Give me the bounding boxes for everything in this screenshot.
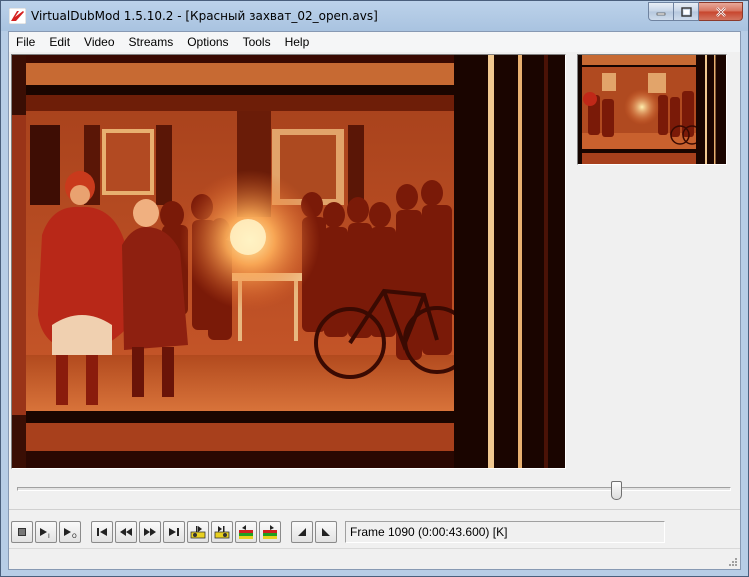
play-output-button[interactable]: O bbox=[59, 521, 81, 543]
menu-options[interactable]: Options bbox=[180, 32, 235, 52]
slider-thumb[interactable] bbox=[611, 481, 622, 500]
client-area: File Edit Video Streams Options Tools He… bbox=[8, 31, 741, 570]
frame-position-readout: Frame 1090 (0:00:43.600) [K] bbox=[345, 521, 665, 543]
scene-forward-button[interactable] bbox=[259, 521, 281, 543]
minimize-icon bbox=[656, 12, 666, 15]
scene-back-button[interactable] bbox=[235, 521, 257, 543]
step-back-button[interactable] bbox=[115, 521, 137, 543]
close-icon bbox=[715, 6, 726, 17]
svg-text:O: O bbox=[72, 533, 77, 539]
play-input-button[interactable]: I bbox=[35, 521, 57, 543]
menu-help[interactable]: Help bbox=[278, 32, 317, 52]
go-to-end-button[interactable] bbox=[163, 521, 185, 543]
window-title: VirtualDubMod 1.5.10.2 - [Красный захват… bbox=[31, 9, 378, 23]
divider bbox=[9, 509, 740, 510]
menu-file[interactable]: File bbox=[9, 32, 42, 52]
resize-grip-icon[interactable] bbox=[726, 555, 738, 567]
step-back-icon bbox=[120, 528, 132, 536]
step-forward-icon bbox=[144, 528, 156, 536]
position-slider[interactable] bbox=[17, 481, 731, 501]
menu-streams[interactable]: Streams bbox=[122, 32, 181, 52]
title-bar[interactable]: VirtualDubMod 1.5.10.2 - [Красный захват… bbox=[1, 1, 748, 31]
play-output-icon: O bbox=[64, 528, 77, 539]
svg-text:I: I bbox=[48, 533, 50, 539]
play-input-icon: I bbox=[40, 528, 50, 539]
stop-button[interactable] bbox=[11, 521, 33, 543]
caption-buttons bbox=[648, 2, 743, 22]
status-bar bbox=[9, 548, 740, 569]
maximize-icon bbox=[680, 6, 692, 17]
minimize-button[interactable] bbox=[648, 2, 674, 21]
scene-back-icon bbox=[239, 525, 253, 539]
next-keyframe-button[interactable] bbox=[211, 521, 233, 543]
prev-keyframe-button[interactable] bbox=[187, 521, 209, 543]
prev-keyframe-icon bbox=[190, 526, 206, 539]
input-video-pane[interactable] bbox=[11, 54, 566, 469]
menu-bar: File Edit Video Streams Options Tools He… bbox=[9, 32, 740, 52]
mark-out-button[interactable] bbox=[315, 521, 337, 543]
output-video-pane[interactable] bbox=[577, 54, 727, 165]
menu-edit[interactable]: Edit bbox=[42, 32, 77, 52]
mark-in-button[interactable] bbox=[291, 521, 313, 543]
next-keyframe-icon bbox=[214, 526, 230, 539]
output-video-frame bbox=[578, 55, 726, 164]
step-forward-button[interactable] bbox=[139, 521, 161, 543]
input-video-frame bbox=[12, 55, 565, 468]
menu-tools[interactable]: Tools bbox=[236, 32, 278, 52]
mark-out-icon bbox=[322, 528, 330, 536]
app-window: VirtualDubMod 1.5.10.2 - [Красный захват… bbox=[0, 0, 749, 577]
slider-track[interactable] bbox=[17, 487, 731, 491]
menu-video[interactable]: Video bbox=[77, 32, 121, 52]
go-to-start-button[interactable] bbox=[91, 521, 113, 543]
scene-forward-icon bbox=[263, 525, 277, 539]
virtualdub-logo-icon bbox=[9, 8, 26, 24]
stop-icon bbox=[18, 528, 26, 536]
mark-in-icon bbox=[298, 528, 306, 536]
close-button[interactable] bbox=[699, 2, 743, 21]
go-end-icon bbox=[169, 528, 179, 536]
go-start-icon bbox=[97, 528, 107, 536]
maximize-button[interactable] bbox=[674, 2, 699, 21]
